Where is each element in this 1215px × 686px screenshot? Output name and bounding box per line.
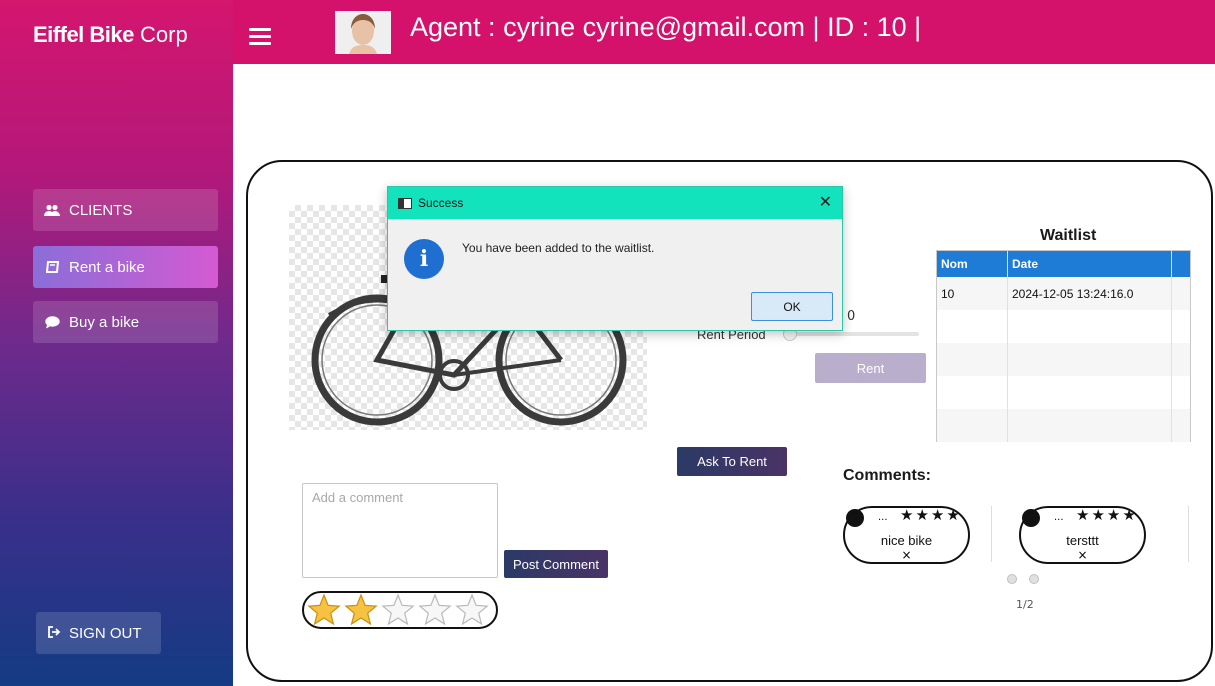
table-row [937,409,1190,442]
sidebar-item-label: Buy a bike [69,313,140,331]
cell-nom: 10 [937,277,1008,310]
book-icon [44,260,60,274]
table-row [937,343,1190,376]
sidebar: Eiffel Bike Corp CLIENTS Rent a bike Buy… [0,0,233,686]
users-icon [44,203,60,217]
sign-out-label: SIGN OUT [69,624,142,642]
sidebar-item-buy-a-bike[interactable]: Buy a bike [33,301,218,343]
star-rating[interactable] [302,591,498,629]
agent-info: Agent : cyrine cyrine@gmail.com | ID : 1… [410,12,922,42]
comments-title: Comments: [843,467,932,484]
comment-icon [44,315,60,329]
cell-date: 2024-12-05 13:24:16.0 [1008,277,1172,310]
window-icon [398,197,412,209]
comment-author: ... [878,512,888,523]
hamburger-menu-icon[interactable] [249,28,271,46]
column-header-date[interactable]: Date [1008,251,1172,277]
sidebar-item-label: Rent a bike [69,258,145,276]
pager-label: 1/2 [1016,598,1034,611]
user-icon [846,509,864,527]
waitlist-table[interactable]: Nom Date 10 2024-12-05 13:24:16.0 [936,250,1191,442]
top-bar: Agent : cyrine cyrine@gmail.com | ID : 1… [233,0,1215,64]
divider [991,506,992,562]
delete-comment-icon[interactable]: × [845,548,968,562]
star-filled-icon[interactable] [307,593,341,626]
comment-rating: ★★★★ [900,506,962,524]
pager-dot[interactable] [1007,574,1017,584]
table-row [937,310,1190,343]
comment-card: ... ★★★★ nice bike × [843,506,970,564]
info-icon: i [404,239,444,279]
star-empty-icon[interactable] [418,593,452,626]
success-dialog: Success ✕ i You have been added to the w… [387,186,843,331]
table-row[interactable]: 10 2024-12-05 13:24:16.0 [937,277,1190,310]
star-filled-icon[interactable] [344,593,378,626]
table-body: 10 2024-12-05 13:24:16.0 [937,277,1190,442]
column-header-nom[interactable]: Nom [937,251,1008,277]
ask-to-rent-button[interactable]: Ask To Rent [677,447,787,476]
dialog-message: You have been added to the waitlist. [462,241,655,255]
brand-logo: Eiffel Bike Corp [33,22,188,47]
dialog-title-bar: Success ✕ [388,187,842,219]
comment-card: ... ★★★★ tersttt × [1019,506,1146,564]
sidebar-item-rent-a-bike[interactable]: Rent a bike [33,246,218,288]
pager-dot[interactable] [1029,574,1039,584]
rent-button[interactable]: Rent [815,353,926,383]
user-icon [1022,509,1040,527]
divider [1188,506,1189,562]
comment-input[interactable]: Add a comment [302,483,498,578]
comment-rating: ★★★★ [1076,506,1138,524]
dialog-title: Success [418,196,464,210]
table-header: Nom Date [937,251,1190,277]
star-empty-icon[interactable] [455,593,489,626]
comment-text: nice bike [880,533,933,548]
comment-text: tersttt [1066,533,1099,548]
avatar [335,11,391,54]
comment-author: ... [1054,512,1064,523]
rent-period-value: 0 [847,309,856,324]
post-comment-button[interactable]: Post Comment [504,550,608,578]
sidebar-item-label: CLIENTS [69,201,133,219]
sidebar-item-clients[interactable]: CLIENTS [33,189,218,231]
sign-out-button[interactable]: SIGN OUT [36,612,161,654]
star-empty-icon[interactable] [381,593,415,626]
waitlist-title: Waitlist [1040,227,1097,244]
table-row [937,376,1190,409]
ok-button[interactable]: OK [751,292,833,321]
delete-comment-icon[interactable]: × [1021,548,1144,562]
close-icon[interactable]: ✕ [819,192,832,212]
sign-out-icon [48,625,61,642]
